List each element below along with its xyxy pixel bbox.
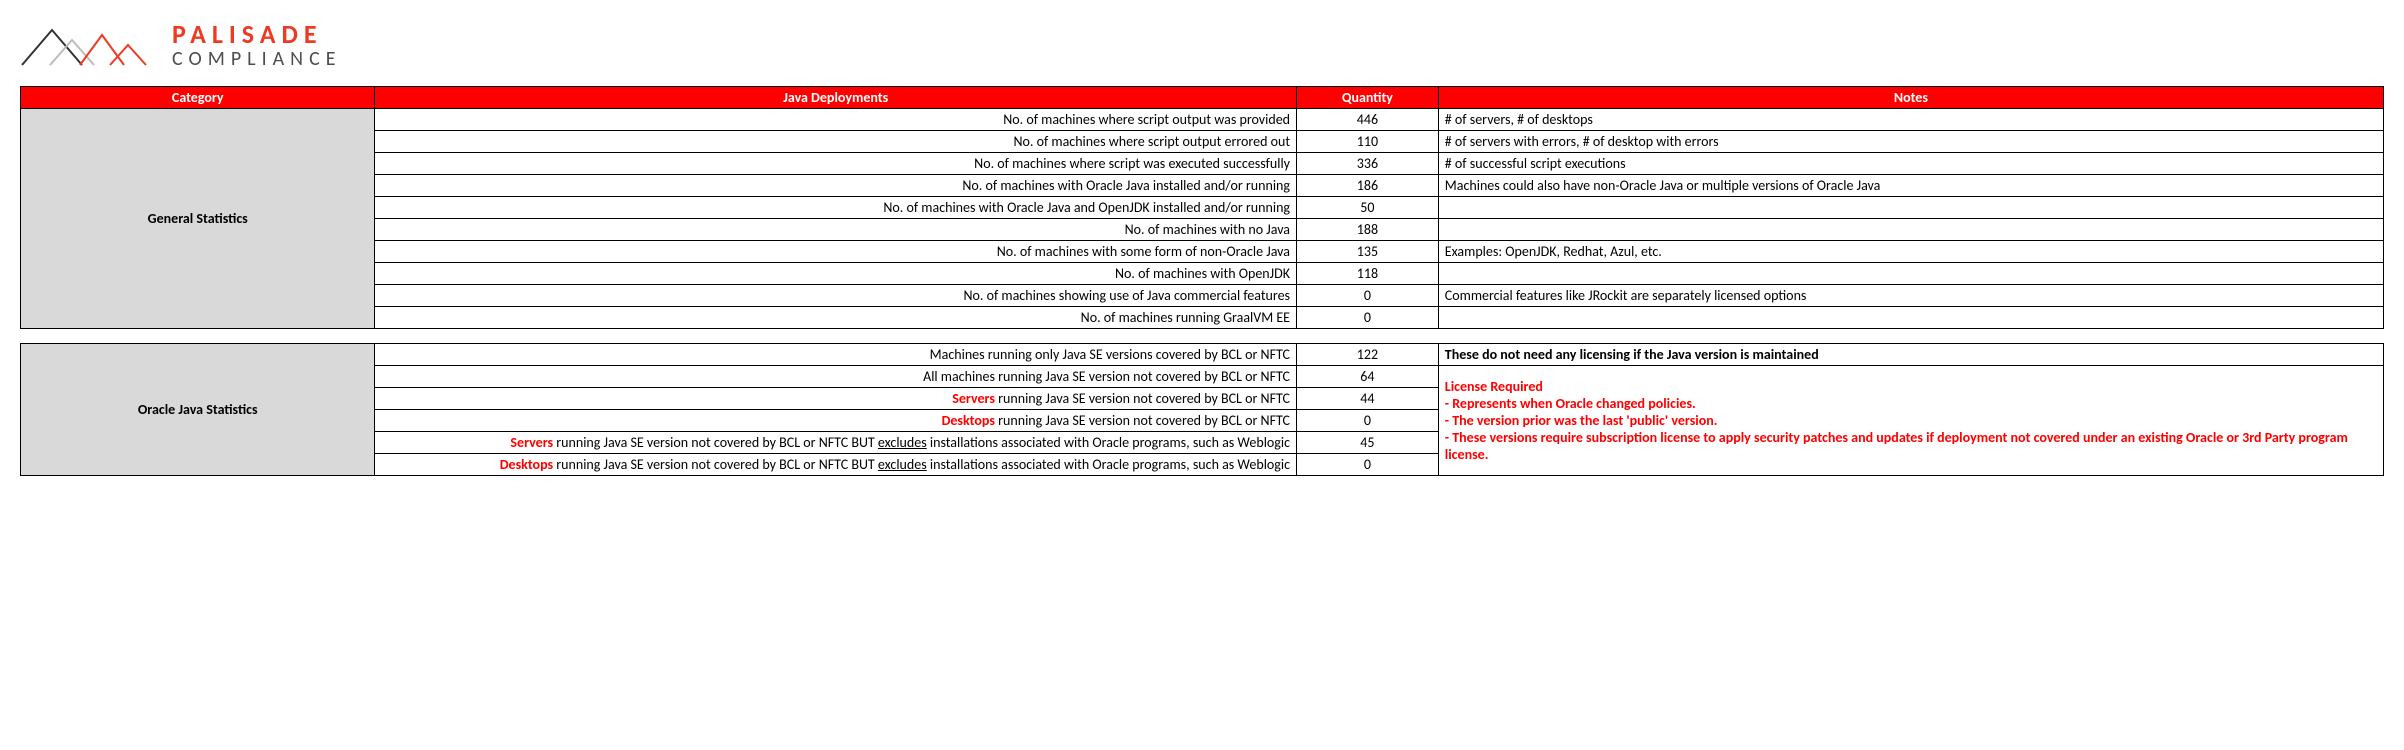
hdr-notes: Notes bbox=[1438, 87, 2383, 109]
cell-qty: 118 bbox=[1297, 263, 1439, 285]
cell-deploy: Servers running Java SE version not cove… bbox=[375, 388, 1297, 410]
cell-notes: Machines could also have non-Oracle Java… bbox=[1438, 175, 2383, 197]
text: running Java SE version not covered by B… bbox=[995, 390, 1290, 407]
text: installations associated with Oracle pro… bbox=[927, 456, 1290, 473]
cell-deploy: No. of machines with OpenJDK bbox=[375, 263, 1297, 285]
text: running Java SE version not covered by B… bbox=[553, 434, 878, 451]
table-row: Oracle Java Statistics Machines running … bbox=[21, 344, 2384, 366]
cell-notes: # of servers, # of desktops bbox=[1438, 109, 2383, 131]
cell-qty: 110 bbox=[1297, 131, 1439, 153]
cell-notes: # of servers with errors, # of desktop w… bbox=[1438, 131, 2383, 153]
note-l2: - Represents when Oracle changed policie… bbox=[1445, 395, 1696, 412]
table-row: No. of machines where script was execute… bbox=[21, 153, 2384, 175]
table-row: No. of machines with OpenJDK118 bbox=[21, 263, 2384, 285]
table-row: No. of machines with some form of non-Or… bbox=[21, 241, 2384, 263]
cell-notes bbox=[1438, 219, 2383, 241]
cell-qty: 0 bbox=[1297, 410, 1439, 432]
servers-label: Servers bbox=[510, 434, 553, 451]
cell-qty: 50 bbox=[1297, 197, 1439, 219]
cell-notes: # of successful script executions bbox=[1438, 153, 2383, 175]
cell-notes bbox=[1438, 263, 2383, 285]
cell-notes bbox=[1438, 197, 2383, 219]
cell-deploy: No. of machines where script output was … bbox=[375, 109, 1297, 131]
cell-deploy: No. of machines with Oracle Java install… bbox=[375, 175, 1297, 197]
table-row: No. of machines with Oracle Java install… bbox=[21, 175, 2384, 197]
hdr-quantity: Quantity bbox=[1297, 87, 1439, 109]
excludes-word: excludes bbox=[878, 434, 927, 451]
brand-name: PALISADE bbox=[172, 21, 342, 47]
cell-qty: 0 bbox=[1297, 454, 1439, 476]
general-statistics-table: Category Java Deployments Quantity Notes… bbox=[20, 86, 2384, 329]
cell-deploy: No. of machines with some form of non-Or… bbox=[375, 241, 1297, 263]
table-row: No. of machines running GraalVM EE0 bbox=[21, 307, 2384, 329]
table-row: No. of machines with Oracle Java and Ope… bbox=[21, 197, 2384, 219]
note-l1: License Required bbox=[1445, 378, 1543, 395]
oracle-java-statistics-table: Oracle Java Statistics Machines running … bbox=[20, 343, 2384, 476]
cell-qty: 44 bbox=[1297, 388, 1439, 410]
cell-qty: 188 bbox=[1297, 219, 1439, 241]
note-l4: - These versions require subscription li… bbox=[1445, 429, 2348, 463]
text: running Java SE version not covered by B… bbox=[553, 456, 878, 473]
license-required-note: License Required - Represents when Oracl… bbox=[1438, 366, 2383, 476]
cell-qty: 186 bbox=[1297, 175, 1439, 197]
cell-deploy: Servers running Java SE version not cove… bbox=[375, 432, 1297, 454]
servers-label: Servers bbox=[952, 390, 995, 407]
note-l3: - The version prior was the last 'public… bbox=[1445, 412, 1718, 429]
cell-notes bbox=[1438, 307, 2383, 329]
cell-qty: 45 bbox=[1297, 432, 1439, 454]
cell-deploy: No. of machines running GraalVM EE bbox=[375, 307, 1297, 329]
brand-sub: COMPLIANCE bbox=[172, 49, 342, 69]
desktops-label: Desktops bbox=[942, 412, 995, 429]
category-general: General Statistics bbox=[21, 109, 375, 329]
cell-qty: 64 bbox=[1297, 366, 1439, 388]
cell-deploy: No. of machines with no Java bbox=[375, 219, 1297, 241]
table-row: General Statistics No. of machines where… bbox=[21, 109, 2384, 131]
cell-deploy: No. of machines where script was execute… bbox=[375, 153, 1297, 175]
table-row: No. of machines with no Java188 bbox=[21, 219, 2384, 241]
table-row: No. of machines where script output erro… bbox=[21, 131, 2384, 153]
cell-qty: 0 bbox=[1297, 285, 1439, 307]
header-row: Category Java Deployments Quantity Notes bbox=[21, 87, 2384, 109]
excludes-word: excludes bbox=[878, 456, 927, 473]
cell-notes: Examples: OpenJDK, Redhat, Azul, etc. bbox=[1438, 241, 2383, 263]
cell-qty: 446 bbox=[1297, 109, 1439, 131]
cell-notes: These do not need any licensing if the J… bbox=[1438, 344, 2383, 366]
cell-deploy: No. of machines where script output erro… bbox=[375, 131, 1297, 153]
brand-logo: PALISADE COMPLIANCE bbox=[20, 20, 2384, 70]
cell-deploy: Desktops running Java SE version not cov… bbox=[375, 454, 1297, 476]
cell-qty: 135 bbox=[1297, 241, 1439, 263]
cell-qty: 0 bbox=[1297, 307, 1439, 329]
category-oracle: Oracle Java Statistics bbox=[21, 344, 375, 476]
cell-notes: Commercial features like JRockit are sep… bbox=[1438, 285, 2383, 307]
cell-qty: 336 bbox=[1297, 153, 1439, 175]
table-row: All machines running Java SE version not… bbox=[21, 366, 2384, 388]
table-row: No. of machines showing use of Java comm… bbox=[21, 285, 2384, 307]
hdr-category: Category bbox=[21, 87, 375, 109]
cell-deploy: All machines running Java SE version not… bbox=[375, 366, 1297, 388]
text: installations associated with Oracle pro… bbox=[927, 434, 1290, 451]
spacer bbox=[20, 329, 2384, 343]
cell-deploy: Machines running only Java SE versions c… bbox=[375, 344, 1297, 366]
cell-deploy: Desktops running Java SE version not cov… bbox=[375, 410, 1297, 432]
cell-deploy: No. of machines with Oracle Java and Ope… bbox=[375, 197, 1297, 219]
desktops-label: Desktops bbox=[500, 456, 553, 473]
hdr-deployments: Java Deployments bbox=[375, 87, 1297, 109]
cell-deploy: No. of machines showing use of Java comm… bbox=[375, 285, 1297, 307]
cell-qty: 122 bbox=[1297, 344, 1439, 366]
mountain-icon bbox=[20, 20, 160, 70]
text: running Java SE version not covered by B… bbox=[995, 412, 1290, 429]
